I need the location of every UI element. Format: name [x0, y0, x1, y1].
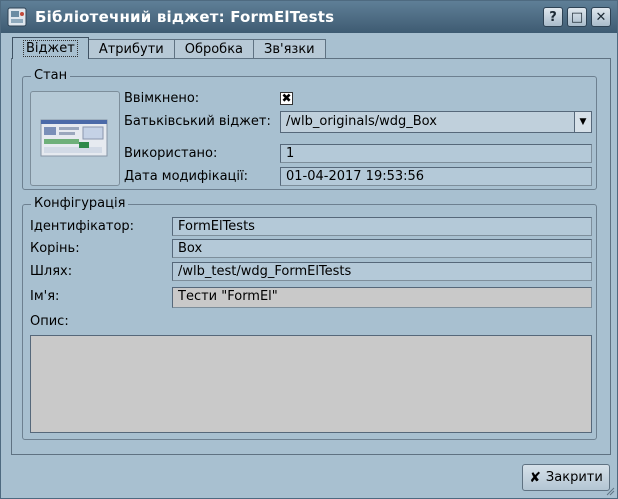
tab-widget[interactable]: Віджет	[12, 37, 89, 59]
title-bar[interactable]: Бібліотечний віджет: FormElTests ? □ ✕	[1, 1, 617, 33]
tab-links-label: Зв'язки	[264, 42, 315, 57]
identifier-label: Ідентифікатор:	[30, 219, 135, 234]
widget-preview-thumbnail	[40, 119, 108, 157]
close-window-button[interactable]: ✕	[591, 7, 611, 27]
path-field: /wlb_test/wdg_FormElTests	[172, 262, 592, 281]
parent-widget-select[interactable]: /wlb_originals/wdg_Box ▼	[280, 111, 592, 133]
used-field: 1	[280, 144, 592, 163]
close-button[interactable]: ✘ Закрити	[522, 464, 610, 491]
tab-bar: Віджет Атрибути Обробка Зв'язки	[12, 37, 326, 59]
chevron-down-icon[interactable]: ▼	[574, 112, 591, 132]
dialog-window: Бібліотечний віджет: FormElTests ? □ ✕ В…	[0, 0, 618, 499]
modified-label: Дата модифікації:	[124, 169, 248, 184]
description-textarea[interactable]	[30, 335, 592, 433]
description-label: Опис:	[30, 314, 69, 329]
close-button-label: Закрити	[545, 470, 603, 485]
name-label: Ім'я:	[30, 289, 60, 304]
path-label: Шлях:	[30, 264, 73, 279]
identifier-field: FormElTests	[172, 217, 592, 236]
root-field: Box	[172, 239, 592, 258]
app-widget-icon	[7, 7, 27, 27]
tab-widget-label: Віджет	[23, 40, 78, 57]
tab-panel-widget: Стан Ввімкнено: ✖ Батьківський віджет: /…	[11, 58, 611, 455]
tab-attributes-label: Атрибути	[98, 42, 164, 57]
root-label: Корінь:	[30, 241, 80, 256]
maximize-button[interactable]: □	[567, 7, 587, 27]
help-button[interactable]: ?	[543, 7, 563, 27]
enabled-label: Ввімкнено:	[124, 91, 200, 106]
state-group-title: Стан	[31, 68, 71, 83]
resize-grip-icon[interactable]	[605, 486, 615, 496]
tab-links[interactable]: Зв'язки	[253, 39, 326, 59]
tab-attributes[interactable]: Атрибути	[87, 39, 175, 59]
config-group-title: Конфігурація	[31, 196, 129, 211]
enabled-checkbox[interactable]: ✖	[280, 92, 293, 105]
parent-widget-label: Батьківський віджет:	[124, 114, 271, 129]
close-icon: ✘	[529, 469, 541, 486]
tab-processing-label: Обробка	[184, 42, 244, 57]
widget-preview[interactable]	[30, 91, 120, 186]
modified-field: 01-04-2017 19:53:56	[280, 167, 592, 186]
tab-processing[interactable]: Обробка	[173, 39, 255, 59]
parent-widget-value: /wlb_originals/wdg_Box	[286, 114, 437, 129]
used-label: Використано:	[124, 146, 218, 161]
name-input[interactable]: Тести "FormEl"	[172, 287, 592, 308]
window-title: Бібліотечний віджет: FormElTests	[35, 8, 335, 26]
